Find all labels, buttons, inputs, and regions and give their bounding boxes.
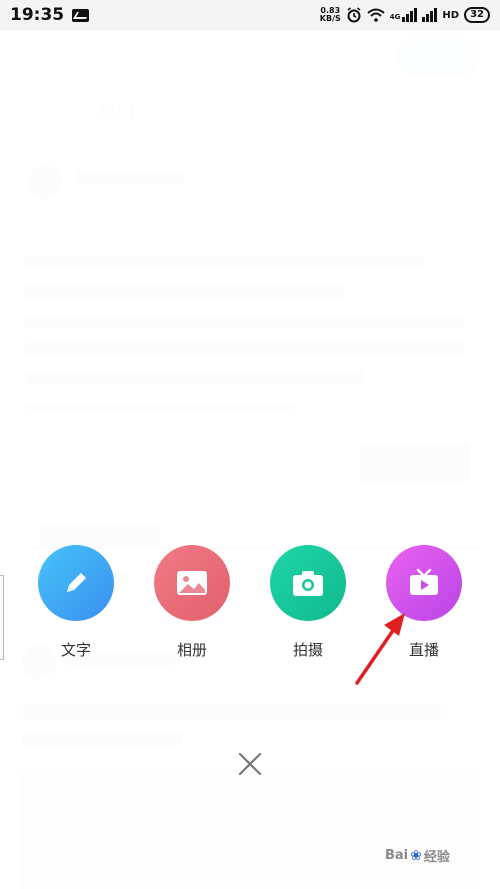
pencil-icon: [67, 573, 86, 592]
signal-icon: [402, 8, 418, 22]
hd-label: HD: [442, 9, 460, 21]
baidu-paw-icon: ❀: [410, 847, 422, 864]
battery-indicator: 32: [464, 7, 490, 23]
action-camera[interactable]: 拍摄: [258, 545, 358, 660]
tv-play-icon: [410, 568, 438, 595]
alarm-icon: [347, 7, 361, 23]
post-options-row: 文字 相册 拍摄 直播: [0, 545, 500, 665]
action-text[interactable]: 文字: [26, 545, 126, 660]
action-label-live: 直播: [408, 641, 439, 659]
watermark-suffix: 经验: [423, 850, 450, 865]
action-live[interactable]: 直播: [374, 545, 474, 660]
text-post-button[interactable]: [38, 545, 114, 621]
camera-button[interactable]: [270, 545, 346, 621]
action-album[interactable]: 相册: [142, 545, 242, 660]
action-label-album: 相册: [176, 641, 207, 659]
watermark-text: Bai: [385, 848, 409, 863]
network-type-label: 4G: [389, 13, 401, 21]
close-icon[interactable]: [235, 749, 265, 779]
watermark: Bai ❀ 经验: [385, 846, 450, 866]
camera-icon: [293, 571, 323, 596]
signal-icon-2: [422, 8, 438, 22]
status-right: 0.83 KB/S 4G HD 32: [320, 7, 490, 23]
status-left: 19:35: [10, 5, 90, 25]
action-label-camera: 拍摄: [292, 641, 323, 659]
status-time: 19:35: [10, 5, 65, 25]
live-button[interactable]: [386, 545, 462, 621]
wifi-icon: [367, 8, 385, 22]
status-bar: 19:35 0.83 KB/S 4G HD 32: [0, 0, 500, 30]
message-notification-icon: [72, 8, 90, 22]
album-button[interactable]: [154, 545, 230, 621]
image-icon: [177, 571, 207, 595]
net-speed: 0.83 KB/S: [319, 6, 341, 23]
action-label-text: 文字: [60, 641, 91, 659]
